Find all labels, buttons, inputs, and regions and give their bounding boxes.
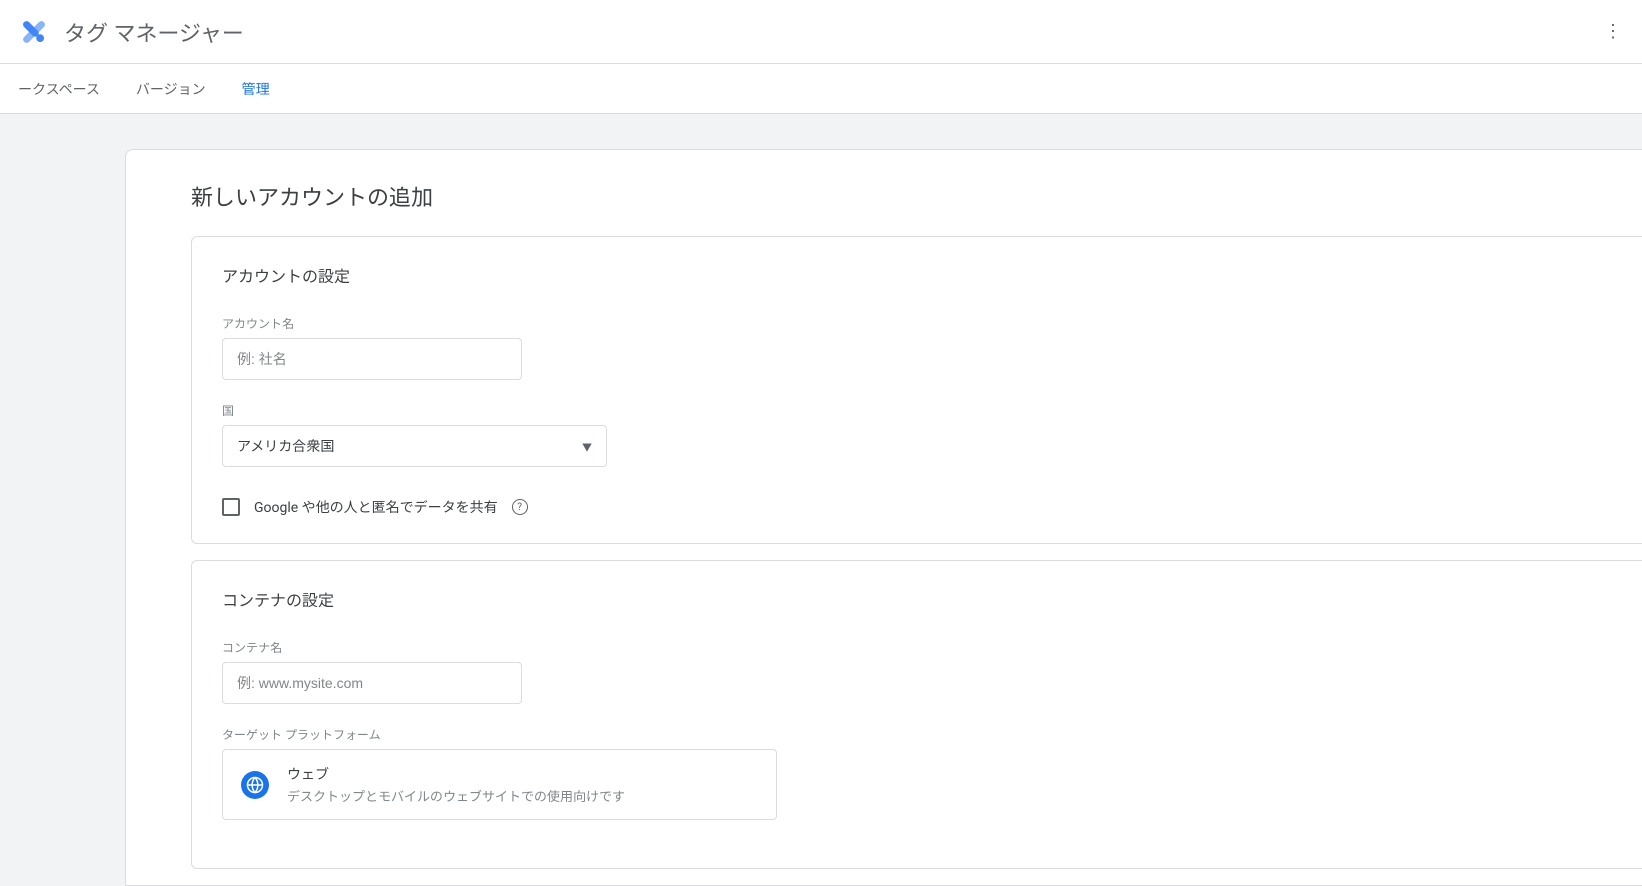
tab-version[interactable]: バージョン [118,64,224,114]
account-section-title: アカウントの設定 [222,263,1612,287]
share-data-checkbox-row: Google や他の人と匿名でデータを共有 ? [222,497,1612,517]
help-icon[interactable]: ? [512,499,528,515]
chevron-down-icon: ▼ [582,439,592,454]
country-select[interactable]: アメリカ合衆国 ▼ [222,425,607,467]
tag-manager-logo-icon [20,18,48,46]
web-icon [241,771,269,799]
platform-title: ウェブ [287,764,625,784]
tab-bar: ークスペース バージョン 管理 [0,64,1642,114]
tab-workspace[interactable]: ークスペース [0,64,118,114]
platform-desc: デスクトップとモバイルのウェブサイトでの使用向けです [287,786,625,805]
page-title: 新しいアカウントの追加 [126,180,1642,236]
app-header: タグ マネージャー ⋮ [0,0,1642,64]
header-menu-icon[interactable]: ⋮ [1604,21,1622,42]
tab-admin[interactable]: 管理 [224,64,288,114]
main-card: 新しいアカウントの追加 アカウントの設定 アカウント名 国 アメリカ合衆国 ▼ … [125,149,1642,886]
app-title: タグ マネージャー [64,16,244,48]
account-name-input[interactable] [222,338,522,380]
platform-text: ウェブ デスクトップとモバイルのウェブサイトでの使用向けです [287,764,625,805]
platform-option-web[interactable]: ウェブ デスクトップとモバイルのウェブサイトでの使用向けです [222,749,777,820]
container-name-input[interactable] [222,662,522,704]
account-settings-section: アカウントの設定 アカウント名 国 アメリカ合衆国 ▼ Google や他の人と… [191,236,1642,544]
container-name-field-group: コンテナ名 [222,639,1612,704]
country-field-group: 国 アメリカ合衆国 ▼ [222,402,1612,467]
account-name-field-group: アカウント名 [222,315,1612,380]
country-selected-value: アメリカ合衆国 [237,436,334,456]
container-settings-section: コンテナの設定 コンテナ名 ターゲット プラットフォーム [191,560,1642,869]
share-data-label: Google や他の人と匿名でデータを共有 [254,497,498,517]
country-label: 国 [222,402,1612,419]
platform-field-group: ターゲット プラットフォーム ウェブ デスクトップとモバイルのウェブサイトでの使… [222,726,1612,820]
platform-label: ターゲット プラットフォーム [222,726,1612,743]
container-name-label: コンテナ名 [222,639,1612,656]
content-area: 新しいアカウントの追加 アカウントの設定 アカウント名 国 アメリカ合衆国 ▼ … [0,114,1642,886]
share-data-checkbox[interactable] [222,498,240,516]
account-name-label: アカウント名 [222,315,1612,332]
container-section-title: コンテナの設定 [222,587,1612,611]
